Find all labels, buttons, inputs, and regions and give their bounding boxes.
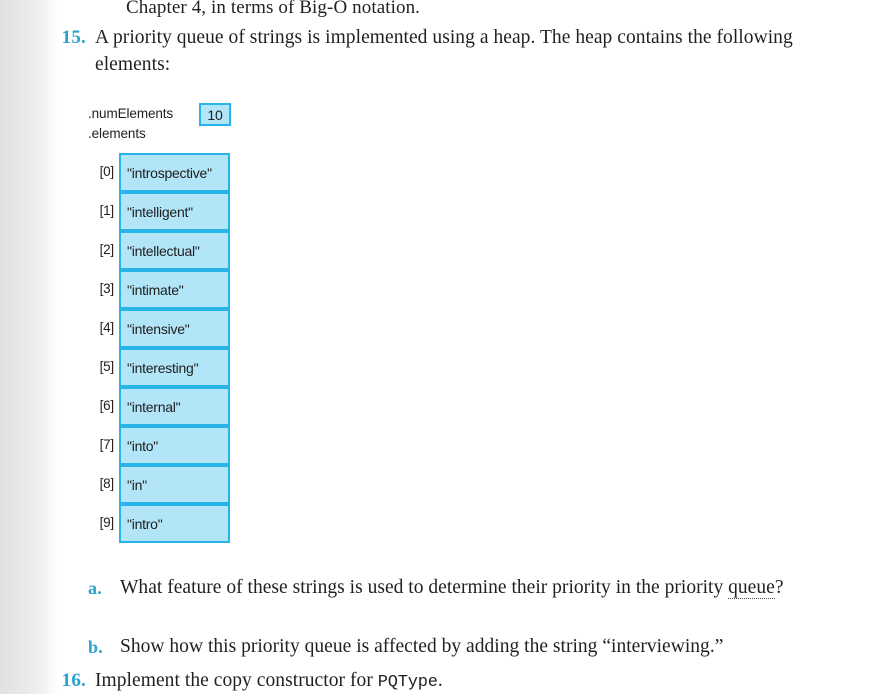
array-cell-index: [9] xyxy=(99,515,115,530)
subitem-a-letter: a. xyxy=(88,578,102,598)
array-cell-index: [5] xyxy=(99,359,115,374)
array-cell-value: "intro" xyxy=(119,504,230,543)
array-cell-index: [3] xyxy=(99,281,115,296)
exercise-15-subitem-a: a. What feature of these strings is used… xyxy=(88,575,878,601)
subitem-a-text-before: What feature of these strings is used to… xyxy=(120,577,729,598)
array-cell-index: [0] xyxy=(99,164,115,179)
array-cell-value: "into" xyxy=(119,426,230,465)
exercise-15-prompt: A priority queue of strings is implement… xyxy=(95,27,793,75)
array-cell-index: [7] xyxy=(99,437,115,452)
array-cell-value: "intimate" xyxy=(119,270,230,309)
textbook-page: Chapter 4, in terms of Big-O notation. 1… xyxy=(0,0,896,694)
array-cell-value: "intellectual" xyxy=(119,231,230,270)
num-elements-value-box: 10 xyxy=(199,103,231,126)
exercise-16-text: Implement the copy constructor for PQTyp… xyxy=(95,667,844,696)
exercise-15-subitem-b: b. Show how this priority queue is affec… xyxy=(88,634,878,660)
exercise-16-text-after: . xyxy=(437,670,443,691)
subitem-a-text-after: ? xyxy=(774,577,784,598)
array-cell-index: [1] xyxy=(99,203,115,218)
array-cell-index: [2] xyxy=(99,242,115,257)
subitem-a-text: What feature of these strings is used to… xyxy=(120,575,872,601)
array-cell-value: "interesting" xyxy=(119,348,230,387)
exercise-16: 16. Implement the copy constructor for P… xyxy=(44,667,844,696)
exercise-15-number: 15. xyxy=(61,27,86,48)
num-elements-label: .numElements xyxy=(88,106,174,121)
subitem-b-text: Show how this priority queue is affected… xyxy=(120,636,724,657)
array-cell-value: "intensive" xyxy=(119,309,230,348)
subitem-b-letter: b. xyxy=(88,637,103,657)
page-edge-shadow xyxy=(0,0,58,694)
array-cell-value: "intelligent" xyxy=(119,192,230,231)
exercise-16-code-identifier: PQType xyxy=(377,673,438,692)
elements-label: .elements xyxy=(88,126,146,141)
array-cell-index: [4] xyxy=(99,320,115,335)
exercise-16-text-before: Implement the copy constructor for xyxy=(95,670,378,691)
array-cell-value: "introspective" xyxy=(119,153,230,192)
carryover-text-line: Chapter 4, in terms of Big-O notation. xyxy=(126,0,421,18)
array-cell-index: [6] xyxy=(99,398,115,413)
exercise-16-number: 16. xyxy=(61,670,86,691)
array-cell-value: "in" xyxy=(119,465,230,504)
exercise-15: 15. A priority queue of strings is imple… xyxy=(44,24,844,78)
spellcheck-flagged-word: queue xyxy=(728,577,775,599)
array-cell-value: "internal" xyxy=(119,387,230,426)
array-cell-index: [8] xyxy=(99,476,115,491)
